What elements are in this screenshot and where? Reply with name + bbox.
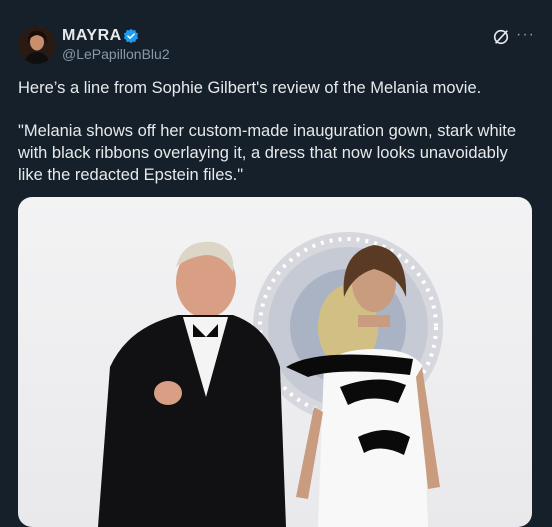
more-icon[interactable]: ···	[516, 26, 535, 44]
tweet-media-photo[interactable]	[18, 197, 532, 527]
tweet[interactable]: MAYRA @LePapillonBlu2 ··· Here’s a line …	[0, 0, 552, 527]
tweet-text-quote: "Melania shows off her custom-made inaug…	[18, 122, 517, 184]
photo-illustration	[98, 232, 443, 527]
display-name[interactable]: MAYRA	[62, 27, 122, 45]
avatar[interactable]	[18, 26, 56, 64]
handle[interactable]: @LePapillonBlu2	[62, 46, 170, 62]
tweet-text-line1: Here’s a line from Sophie Gilbert's revi…	[18, 79, 482, 97]
verified-badge-icon	[123, 28, 139, 44]
grok-icon[interactable]	[492, 28, 510, 46]
